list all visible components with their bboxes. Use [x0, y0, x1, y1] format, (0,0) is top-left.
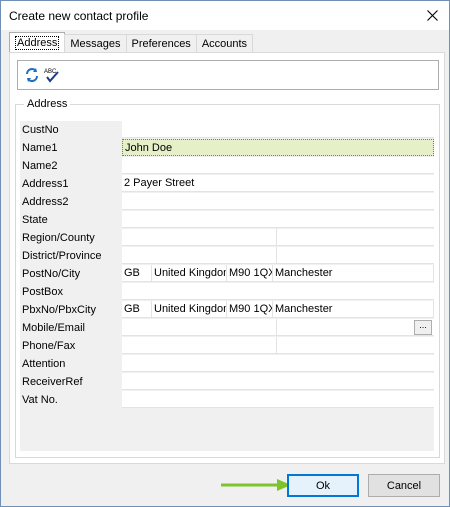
field-row: Attention [20, 355, 434, 373]
field-row: ReceiverRef [20, 373, 434, 391]
field-value[interactable] [122, 337, 277, 354]
field-value-secondary[interactable] [277, 229, 434, 246]
close-button[interactable] [415, 1, 449, 30]
field-label: Name1 [22, 142, 58, 154]
city-field[interactable]: Manchester [273, 265, 434, 282]
field-label: Address2 [22, 196, 69, 208]
field-label: CustNo [22, 124, 59, 136]
close-icon [426, 10, 438, 21]
field-value[interactable] [122, 391, 434, 408]
field-row: Region/County [20, 229, 434, 247]
field-label: Name2 [22, 160, 58, 172]
field-value[interactable] [122, 319, 277, 336]
field-label: Mobile/Email [22, 322, 85, 334]
tab-messages[interactable]: Messages [64, 34, 127, 52]
refresh-icon[interactable] [24, 67, 40, 83]
field-row: CustNo [20, 121, 434, 139]
address-grid: CustNo Name1 John Doe Name2 Address1 2 Payer … [20, 121, 434, 451]
field-label: PostBox [22, 286, 63, 298]
field-value[interactable] [122, 229, 277, 246]
tab-address[interactable]: Address [9, 32, 66, 52]
field-label: PbxNo/PbxCity [22, 304, 96, 316]
postcode-field[interactable]: M90 1QX [227, 301, 273, 318]
field-value[interactable] [122, 211, 434, 228]
tab-preferences[interactable]: Preferences [125, 34, 197, 52]
postcode-field[interactable]: M90 1QX [227, 265, 273, 282]
country-code-field[interactable]: GB [122, 265, 152, 282]
field-value[interactable] [122, 355, 434, 372]
field-label: ReceiverRef [22, 376, 83, 388]
cancel-button[interactable]: Cancel [368, 474, 440, 497]
address-section: Address CustNo Name1 John Doe Name2 Address1… [15, 98, 440, 458]
dialog-window: Create new contact profile Address Messa… [0, 0, 450, 507]
ok-button[interactable]: Ok [287, 474, 359, 497]
field-label: Attention [22, 358, 66, 370]
field-row: Address2 [20, 193, 434, 211]
field-row: District/Province [20, 247, 434, 265]
tab-panel: ABC Address CustNo Name1 John Doe Name2 Addr… [9, 52, 445, 464]
field-value[interactable] [122, 193, 434, 210]
country-field[interactable]: United Kingdom [152, 265, 227, 282]
field-value-secondary[interactable]: ... [277, 319, 434, 336]
field-label: State [22, 214, 48, 226]
field-row: Mobile/Email... [20, 319, 434, 337]
tab-strip: Address Messages Preferences Accounts [9, 32, 254, 53]
field-value[interactable] [122, 157, 434, 174]
field-row: Address1 2 Payer Street [20, 175, 434, 193]
field-label: Address1 [22, 178, 69, 190]
field-value[interactable] [122, 121, 434, 138]
field-label: PostNo/City [22, 268, 81, 280]
tab-accounts[interactable]: Accounts [195, 34, 254, 52]
country-code-field[interactable]: GB [122, 301, 152, 318]
field-value[interactable]: John Doe [122, 139, 434, 156]
field-row: State [20, 211, 434, 229]
field-row: Vat No. [20, 391, 434, 409]
field-row: Name2 [20, 157, 434, 175]
field-value[interactable] [122, 247, 277, 264]
field-row: Phone/Fax [20, 337, 434, 355]
field-label: Phone/Fax [22, 340, 76, 352]
field-value-secondary[interactable] [277, 337, 434, 354]
field-row: PostNo/City GB United Kingdom M90 1QX Manche… [20, 265, 434, 283]
field-label: Region/County [22, 232, 95, 244]
field-value[interactable]: 2 Payer Street [122, 175, 434, 192]
browse-button[interactable]: ... [414, 320, 432, 335]
arrow-annotation [221, 479, 291, 491]
field-label: Vat No. [22, 394, 58, 406]
field-row: PostBox [20, 283, 434, 301]
field-value[interactable] [122, 373, 434, 390]
field-row: Name1 John Doe [20, 139, 434, 157]
field-row: PbxNo/PbxCity GB United Kingdom M90 1QX Manc… [20, 301, 434, 319]
field-value[interactable] [122, 283, 434, 300]
title-bar: Create new contact profile [1, 1, 449, 30]
toolbar: ABC [17, 60, 439, 90]
field-label: District/Province [22, 250, 102, 262]
country-field[interactable]: United Kingdom [152, 301, 227, 318]
window-title: Create new contact profile [9, 9, 149, 23]
city-field[interactable]: Manchester [273, 301, 434, 318]
section-legend: Address [24, 98, 71, 110]
field-value-secondary[interactable] [277, 247, 434, 264]
spellcheck-icon[interactable]: ABC [44, 67, 60, 83]
